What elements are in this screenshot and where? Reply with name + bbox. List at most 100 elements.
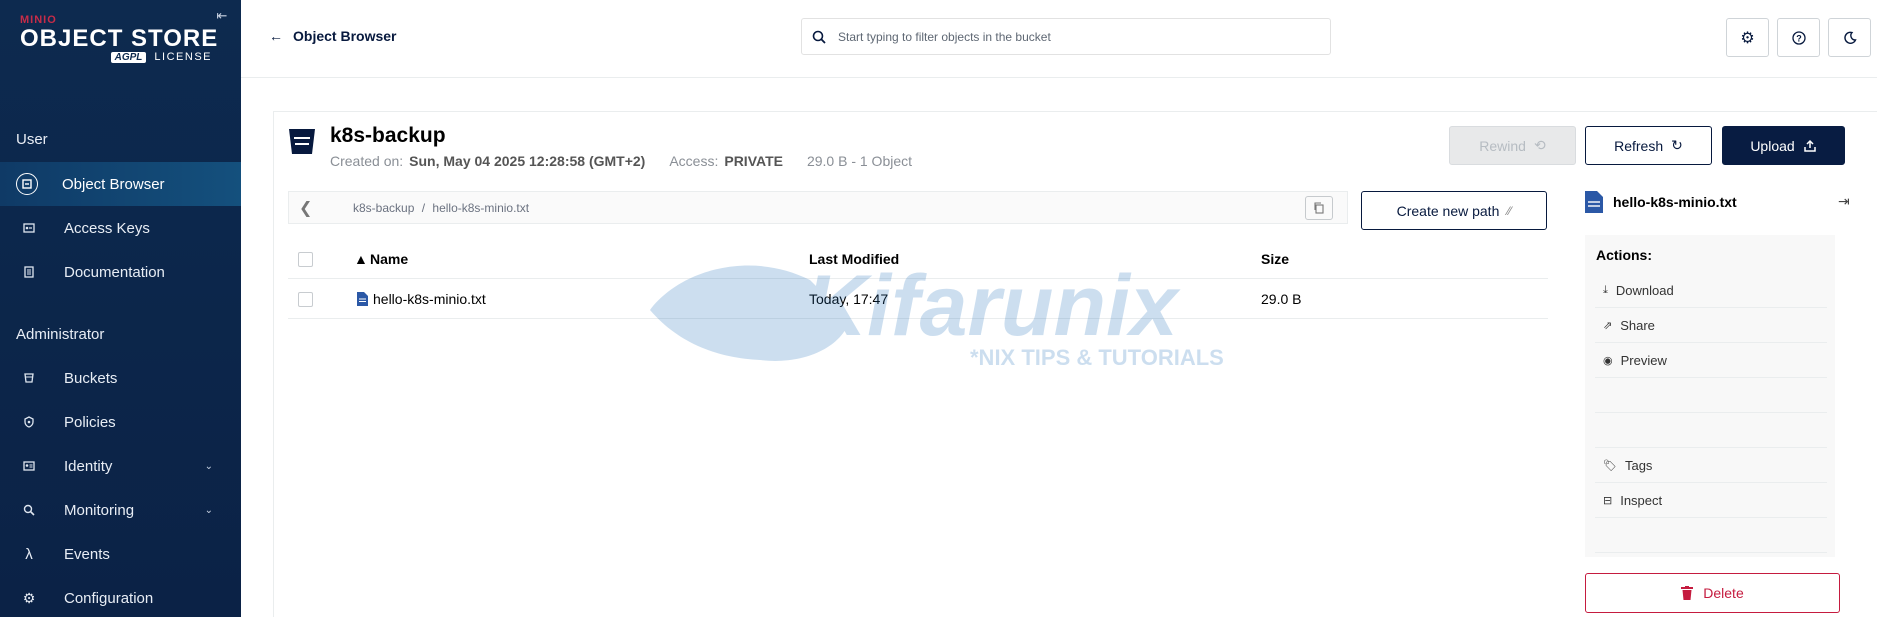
- sidebar-item-label: Buckets: [64, 369, 118, 387]
- download-icon: ⤓: [1603, 283, 1608, 296]
- sidebar-item-events[interactable]: λ Events: [0, 532, 241, 576]
- select-all-checkbox[interactable]: [298, 252, 313, 267]
- action-preview[interactable]: ◉ Preview: [1595, 343, 1827, 378]
- license-label: LICENSE: [154, 51, 212, 63]
- close-panel-icon[interactable]: ⇥: [1838, 193, 1850, 210]
- action-disabled-placeholder: [1595, 413, 1827, 448]
- breadcrumb-object: hello-k8s-minio.txt: [432, 201, 530, 215]
- sidebar-item-policies[interactable]: Policies: [0, 400, 241, 444]
- column-header-name[interactable]: Name: [370, 251, 408, 267]
- sidebar-item-buckets[interactable]: Buckets: [0, 356, 241, 400]
- top-bar: ← Object Browser ⚙ ?: [241, 0, 1877, 78]
- upload-button[interactable]: Upload: [1722, 126, 1845, 165]
- refresh-button[interactable]: Refresh ↻: [1585, 126, 1712, 165]
- bucket-icon: [18, 367, 40, 389]
- sidebar-item-label: Events: [64, 545, 110, 563]
- search-icon: [812, 30, 826, 44]
- sidebar-item-label: Documentation: [64, 263, 165, 281]
- trash-icon: [1681, 586, 1694, 600]
- chevron-down-icon: ⌄: [204, 460, 213, 472]
- sidebar-item-object-browser[interactable]: Object Browser: [0, 162, 241, 206]
- column-header-modified[interactable]: Last Modified: [809, 251, 899, 267]
- file-name[interactable]: hello-k8s-minio.txt: [373, 291, 486, 307]
- sort-ascending-icon[interactable]: ▲: [354, 251, 368, 267]
- back-to-object-browser-link[interactable]: ← Object Browser: [269, 28, 396, 44]
- identity-icon: [18, 455, 40, 477]
- breadcrumb-path: k8s-backup / hello-k8s-minio.txt: [353, 201, 529, 215]
- created-label: Created on:: [330, 153, 404, 169]
- bucket-name: k8s-backup: [330, 124, 446, 147]
- sidebar-item-label: Policies: [64, 413, 116, 431]
- copy-icon: [1314, 202, 1324, 214]
- document-icon: [18, 261, 40, 283]
- sidebar-item-configuration[interactable]: ⚙ Configuration: [0, 576, 241, 617]
- table-row[interactable]: hello-k8s-minio.txt Today, 17:47 29.0 B: [288, 279, 1548, 319]
- help-icon: ?: [1791, 30, 1806, 45]
- monitoring-icon: [18, 499, 40, 521]
- help-button[interactable]: ?: [1777, 18, 1820, 57]
- access-value: PRIVATE: [724, 153, 783, 169]
- create-new-path-button[interactable]: Create new path ⁄⁄: [1361, 191, 1547, 230]
- action-label: Download: [1615, 282, 1674, 298]
- copy-path-button[interactable]: [1305, 196, 1333, 220]
- key-icon: [18, 217, 40, 239]
- file-size: 29.0 B: [1261, 291, 1302, 307]
- collapse-sidebar-icon[interactable]: ⇤: [214, 8, 230, 24]
- section-administrator: Administrator: [16, 326, 105, 343]
- action-inspect[interactable]: ⊟ Inspect: [1595, 483, 1827, 518]
- logo: MINIO OBJECT STORE AGPL LICENSE: [20, 14, 220, 63]
- license-badge: AGPL: [110, 51, 147, 63]
- sidebar-item-identity[interactable]: Identity ⌄: [0, 444, 241, 488]
- logo-product: OBJECT STORE: [20, 25, 219, 52]
- share-icon: ⇗: [1603, 319, 1613, 332]
- bucket-meta: Created on: Sun, May 04 2025 12:28:58 (G…: [330, 153, 912, 169]
- sidebar-item-label: Identity: [64, 457, 113, 475]
- sidebar-item-label: Access Keys: [64, 219, 150, 237]
- object-title: hello-k8s-minio.txt: [1585, 191, 1737, 213]
- action-share[interactable]: ⇗ Share: [1595, 308, 1827, 343]
- object-details-panel: hello-k8s-minio.txt ⇥ Actions: ⤓ Downloa…: [1585, 185, 1877, 617]
- sidebar: MINIO OBJECT STORE AGPL LICENSE ⇤ User O…: [0, 0, 241, 617]
- refresh-icon: ↻: [1671, 137, 1683, 153]
- gear-icon: ⚙: [22, 589, 36, 606]
- svg-text:?: ?: [1796, 33, 1802, 43]
- table-header: ▲ Name Last Modified Size: [288, 239, 1548, 279]
- action-download[interactable]: ⤓ Download: [1595, 273, 1827, 308]
- actions-label: Actions:: [1596, 247, 1652, 263]
- column-header-size[interactable]: Size: [1261, 251, 1289, 267]
- search-input[interactable]: [838, 29, 1318, 44]
- action-disabled-placeholder: [1595, 378, 1827, 413]
- sidebar-item-monitoring[interactable]: Monitoring ⌄: [0, 488, 241, 532]
- path-icon: ⁄⁄: [1507, 203, 1512, 218]
- actions-box: Actions: ⤓ Download ⇗ Share ◉ Preview 🏷 …: [1585, 235, 1835, 557]
- rewind-icon: ⟲: [1533, 137, 1546, 153]
- eye-icon: ◉: [1603, 354, 1613, 367]
- arrow-left-icon: ←: [269, 28, 283, 44]
- sidebar-item-documentation[interactable]: Documentation: [0, 250, 241, 294]
- refresh-label: Refresh: [1614, 137, 1664, 154]
- action-label: Inspect: [1620, 492, 1663, 508]
- action-tags[interactable]: 🏷 Tags: [1595, 448, 1827, 483]
- bucket-summary: 29.0 B - 1 Object: [806, 153, 913, 169]
- delete-button[interactable]: Delete: [1585, 573, 1840, 613]
- chevron-left-icon[interactable]: ❮: [299, 198, 312, 218]
- sidebar-item-label: Configuration: [64, 589, 154, 607]
- chevron-down-icon: ⌄: [204, 504, 213, 516]
- rewind-button[interactable]: Rewind ⟲: [1449, 126, 1576, 165]
- dark-mode-toggle[interactable]: [1828, 18, 1871, 57]
- rewind-label: Rewind: [1479, 137, 1526, 154]
- row-checkbox[interactable]: [298, 292, 313, 307]
- action-label: Share: [1620, 317, 1655, 333]
- sidebar-item-label: Object Browser: [62, 175, 165, 193]
- object-title-text: hello-k8s-minio.txt: [1613, 194, 1737, 210]
- breadcrumb-bucket[interactable]: k8s-backup: [353, 201, 414, 215]
- lambda-icon: λ: [25, 545, 33, 563]
- upload-icon: [1803, 139, 1816, 152]
- moon-icon: [1843, 31, 1857, 44]
- sidebar-item-access-keys[interactable]: Access Keys: [0, 206, 241, 250]
- search-box[interactable]: [801, 18, 1331, 55]
- action-label: Tags: [1624, 457, 1653, 473]
- tag-icon: 🏷: [1603, 459, 1617, 472]
- bucket-icon: [289, 129, 315, 154]
- settings-button[interactable]: ⚙: [1726, 18, 1769, 57]
